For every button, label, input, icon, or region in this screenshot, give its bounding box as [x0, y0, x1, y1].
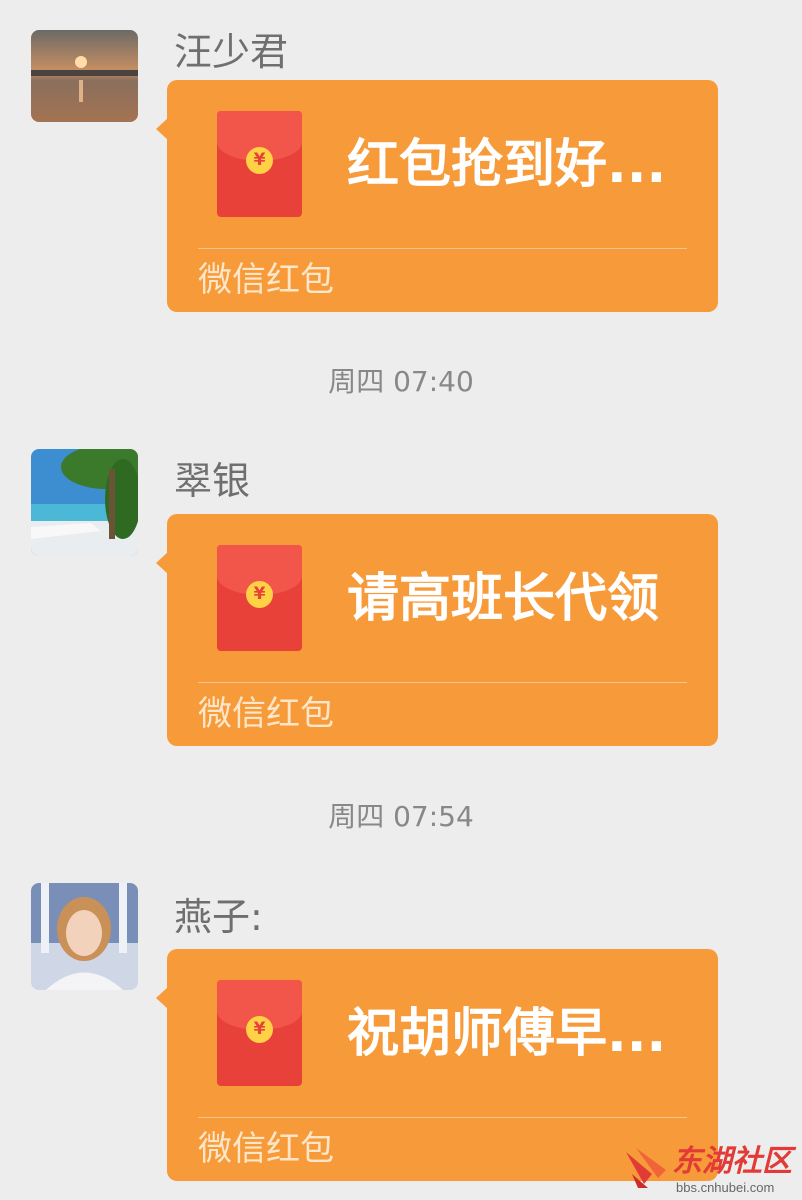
sender-name: 翠银: [174, 459, 251, 503]
watermark-name: 东湖社区: [672, 1144, 792, 1179]
divider: [198, 248, 687, 249]
yuan-coin-icon: ¥: [246, 1016, 273, 1043]
red-packet-greeting: 请高班长代领: [347, 569, 660, 629]
sender-name: 汪少君: [174, 30, 289, 74]
chat-timestamp: 周四 07:40: [328, 365, 474, 398]
divider: [198, 1117, 687, 1118]
yuan-coin-icon: ¥: [246, 581, 273, 608]
beach-avatar-image: [31, 449, 138, 556]
chat-timestamp: 周四 07:54: [328, 800, 474, 833]
red-packet-bubble[interactable]: ¥ 红包抢到好... 微信红包: [156, 80, 718, 312]
sender-avatar[interactable]: [31, 30, 138, 122]
watermark-url: bbs.cnhubei.com: [676, 1180, 775, 1195]
portrait-avatar-image: [31, 883, 138, 990]
site-watermark: 东湖社区 bbs.cnhubei.com: [620, 1140, 802, 1200]
red-envelope-icon: ¥: [217, 111, 302, 217]
red-packet-source-label: 微信红包: [198, 260, 334, 300]
sunset-avatar-image: [31, 30, 138, 122]
divider: [198, 682, 687, 683]
donghu-logo-icon: [626, 1148, 666, 1188]
red-packet-greeting: 祝胡师傅早...: [347, 1004, 667, 1064]
red-packet-source-label: 微信红包: [198, 1129, 334, 1169]
sender-avatar[interactable]: [31, 449, 138, 556]
yuan-coin-icon: ¥: [246, 147, 273, 174]
red-envelope-icon: ¥: [217, 545, 302, 651]
red-packet-greeting: 红包抢到好...: [347, 135, 667, 195]
sender-name: 燕子:: [174, 895, 263, 939]
red-envelope-icon: ¥: [217, 980, 302, 1086]
sender-avatar[interactable]: [31, 883, 138, 990]
red-packet-source-label: 微信红包: [198, 694, 334, 734]
red-packet-bubble[interactable]: ¥ 请高班长代领 微信红包: [156, 514, 718, 746]
